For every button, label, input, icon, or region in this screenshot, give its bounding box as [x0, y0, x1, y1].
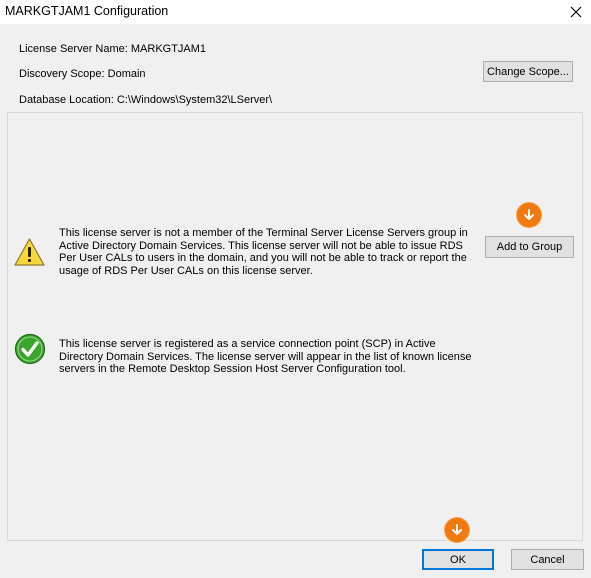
close-button[interactable]: [561, 0, 591, 24]
ok-highlight: [445, 518, 469, 542]
add-to-group-highlight: [517, 203, 541, 227]
dialog-body: License Server Name: MARKGTJAM1 Discover…: [0, 24, 591, 578]
arrow-down-icon: [524, 209, 534, 220]
window-title: MARKGTJAM1 Configuration: [5, 4, 169, 18]
database-location: Database Location: C:\Windows\System32\L…: [19, 94, 273, 106]
warning-message: This license server is not a member of t…: [59, 227, 468, 277]
warning-icon: [14, 238, 45, 266]
change-scope-button[interactable]: Change Scope...: [483, 61, 573, 82]
add-to-group-button[interactable]: Add to Group: [485, 236, 574, 258]
cancel-button[interactable]: Cancel: [511, 549, 584, 570]
discovery-scope: Discovery Scope: Domain: [19, 68, 146, 80]
server-info-panel: License Server Name: MARKGTJAM1 Discover…: [7, 32, 583, 112]
close-icon: [570, 6, 582, 18]
title-bar: MARKGTJAM1 Configuration: [0, 0, 591, 24]
arrow-down-icon: [452, 524, 462, 535]
success-message: This license server is registered as a s…: [59, 338, 472, 376]
ok-button[interactable]: OK: [422, 549, 494, 570]
status-panel: This license server is not a member of t…: [7, 112, 583, 541]
checkmark-icon: [14, 333, 46, 365]
license-server-name: License Server Name: MARKGTJAM1: [19, 43, 207, 55]
